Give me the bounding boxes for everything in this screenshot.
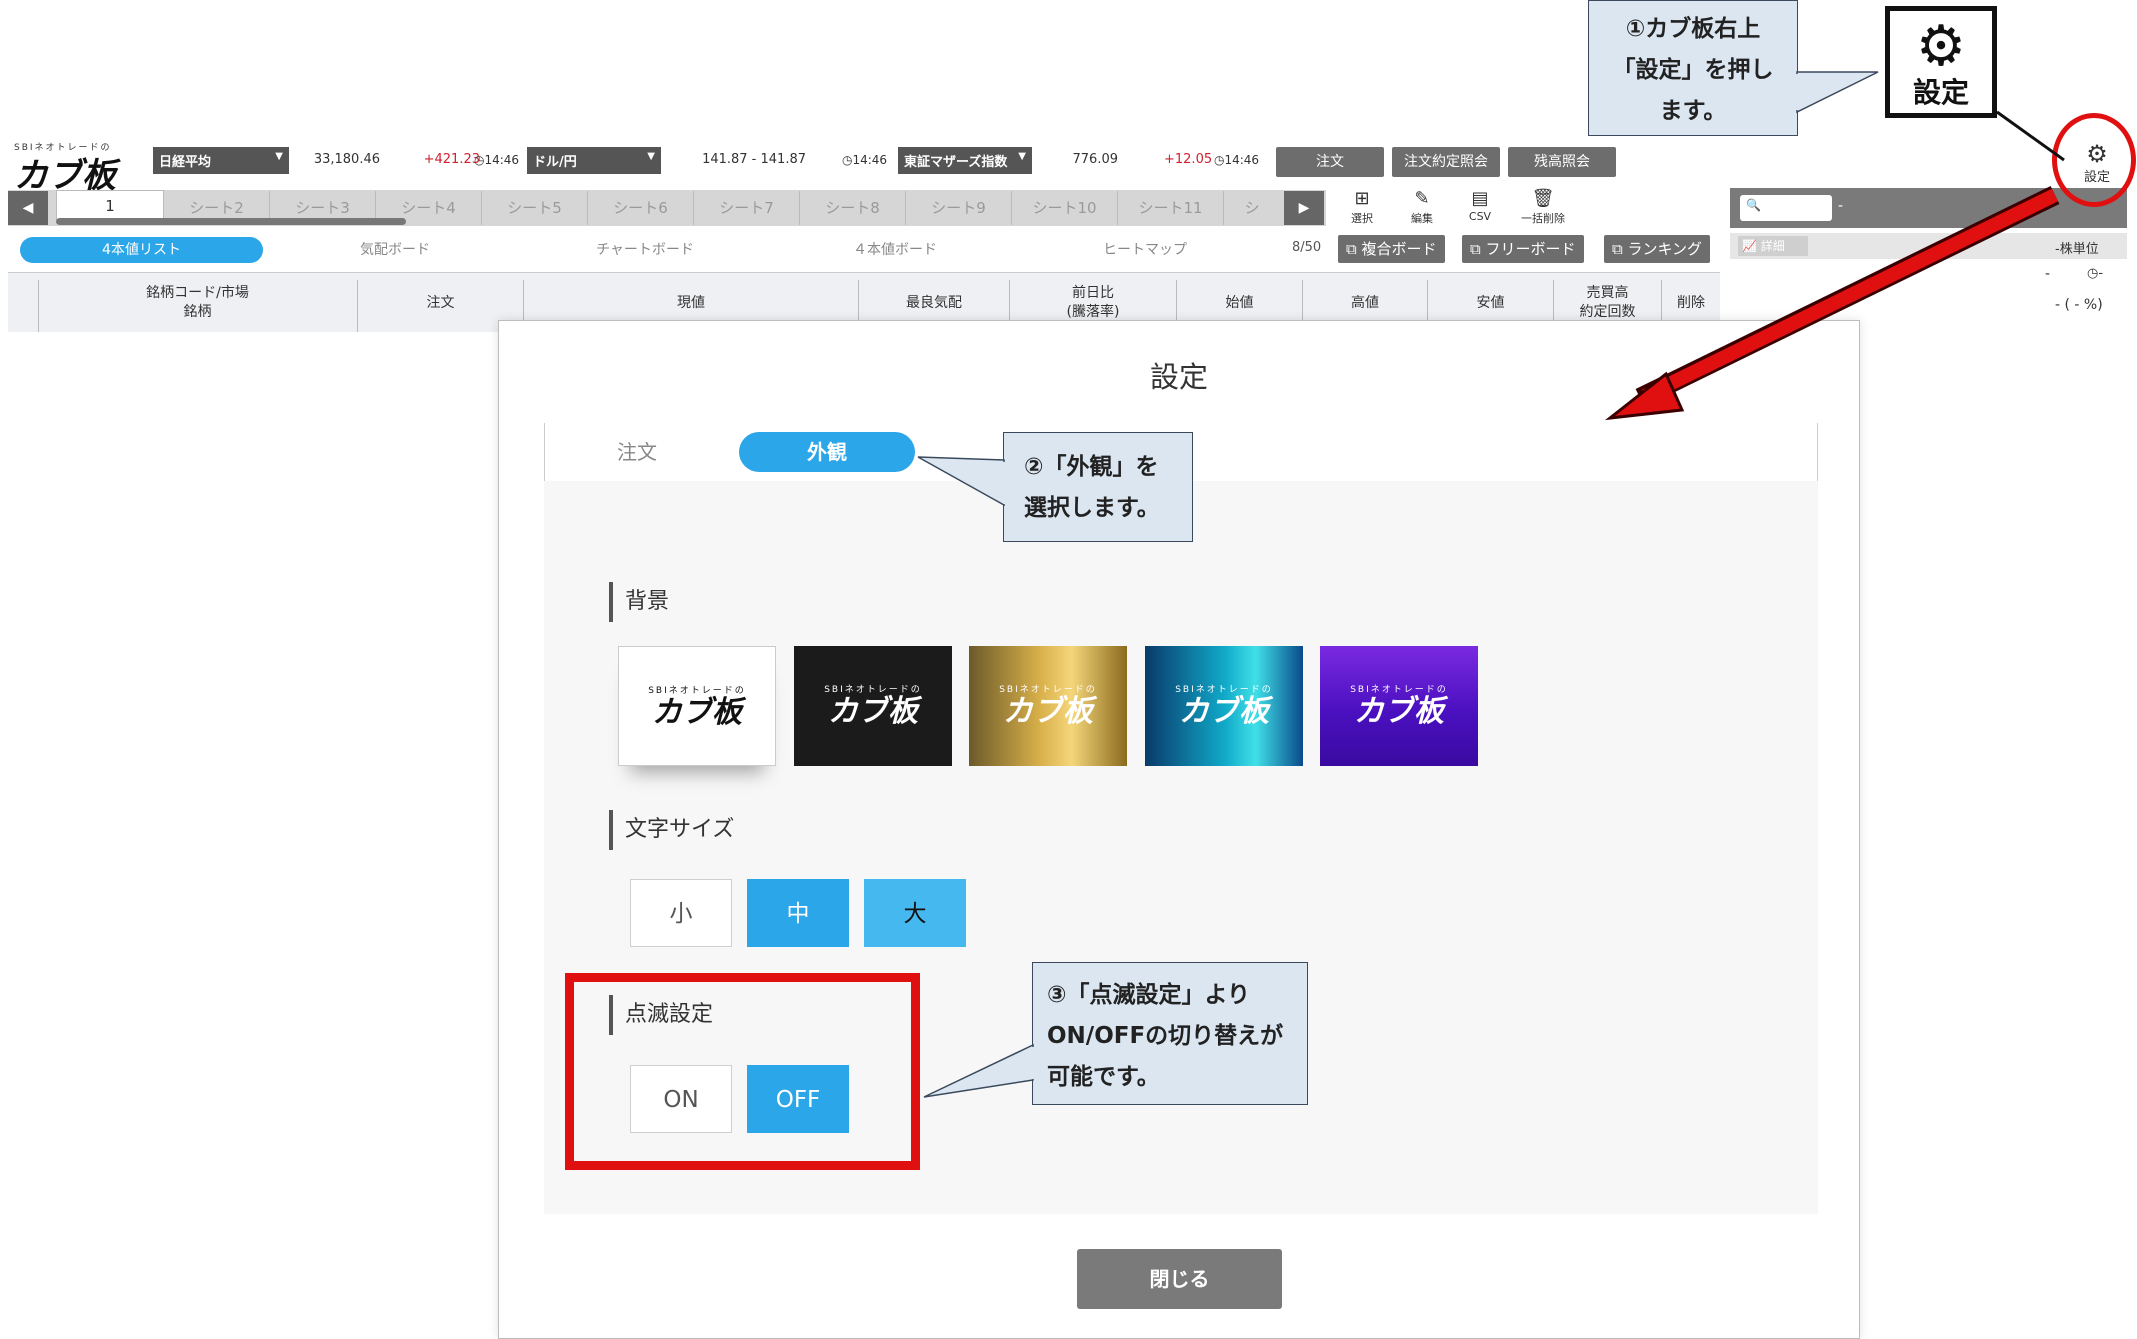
connector-line xyxy=(1996,110,2065,162)
callout-pointer-mask xyxy=(1003,462,1011,504)
callout-pointer xyxy=(917,456,1005,507)
callout-pointer-mask xyxy=(1790,74,1799,110)
red-arrow-shaft xyxy=(1641,188,2059,403)
annotation-overlay xyxy=(917,71,2065,1098)
callout-pointer xyxy=(1796,71,1879,114)
callout-pointer-mask xyxy=(1032,1047,1040,1079)
callout-pointer xyxy=(923,1043,1034,1098)
